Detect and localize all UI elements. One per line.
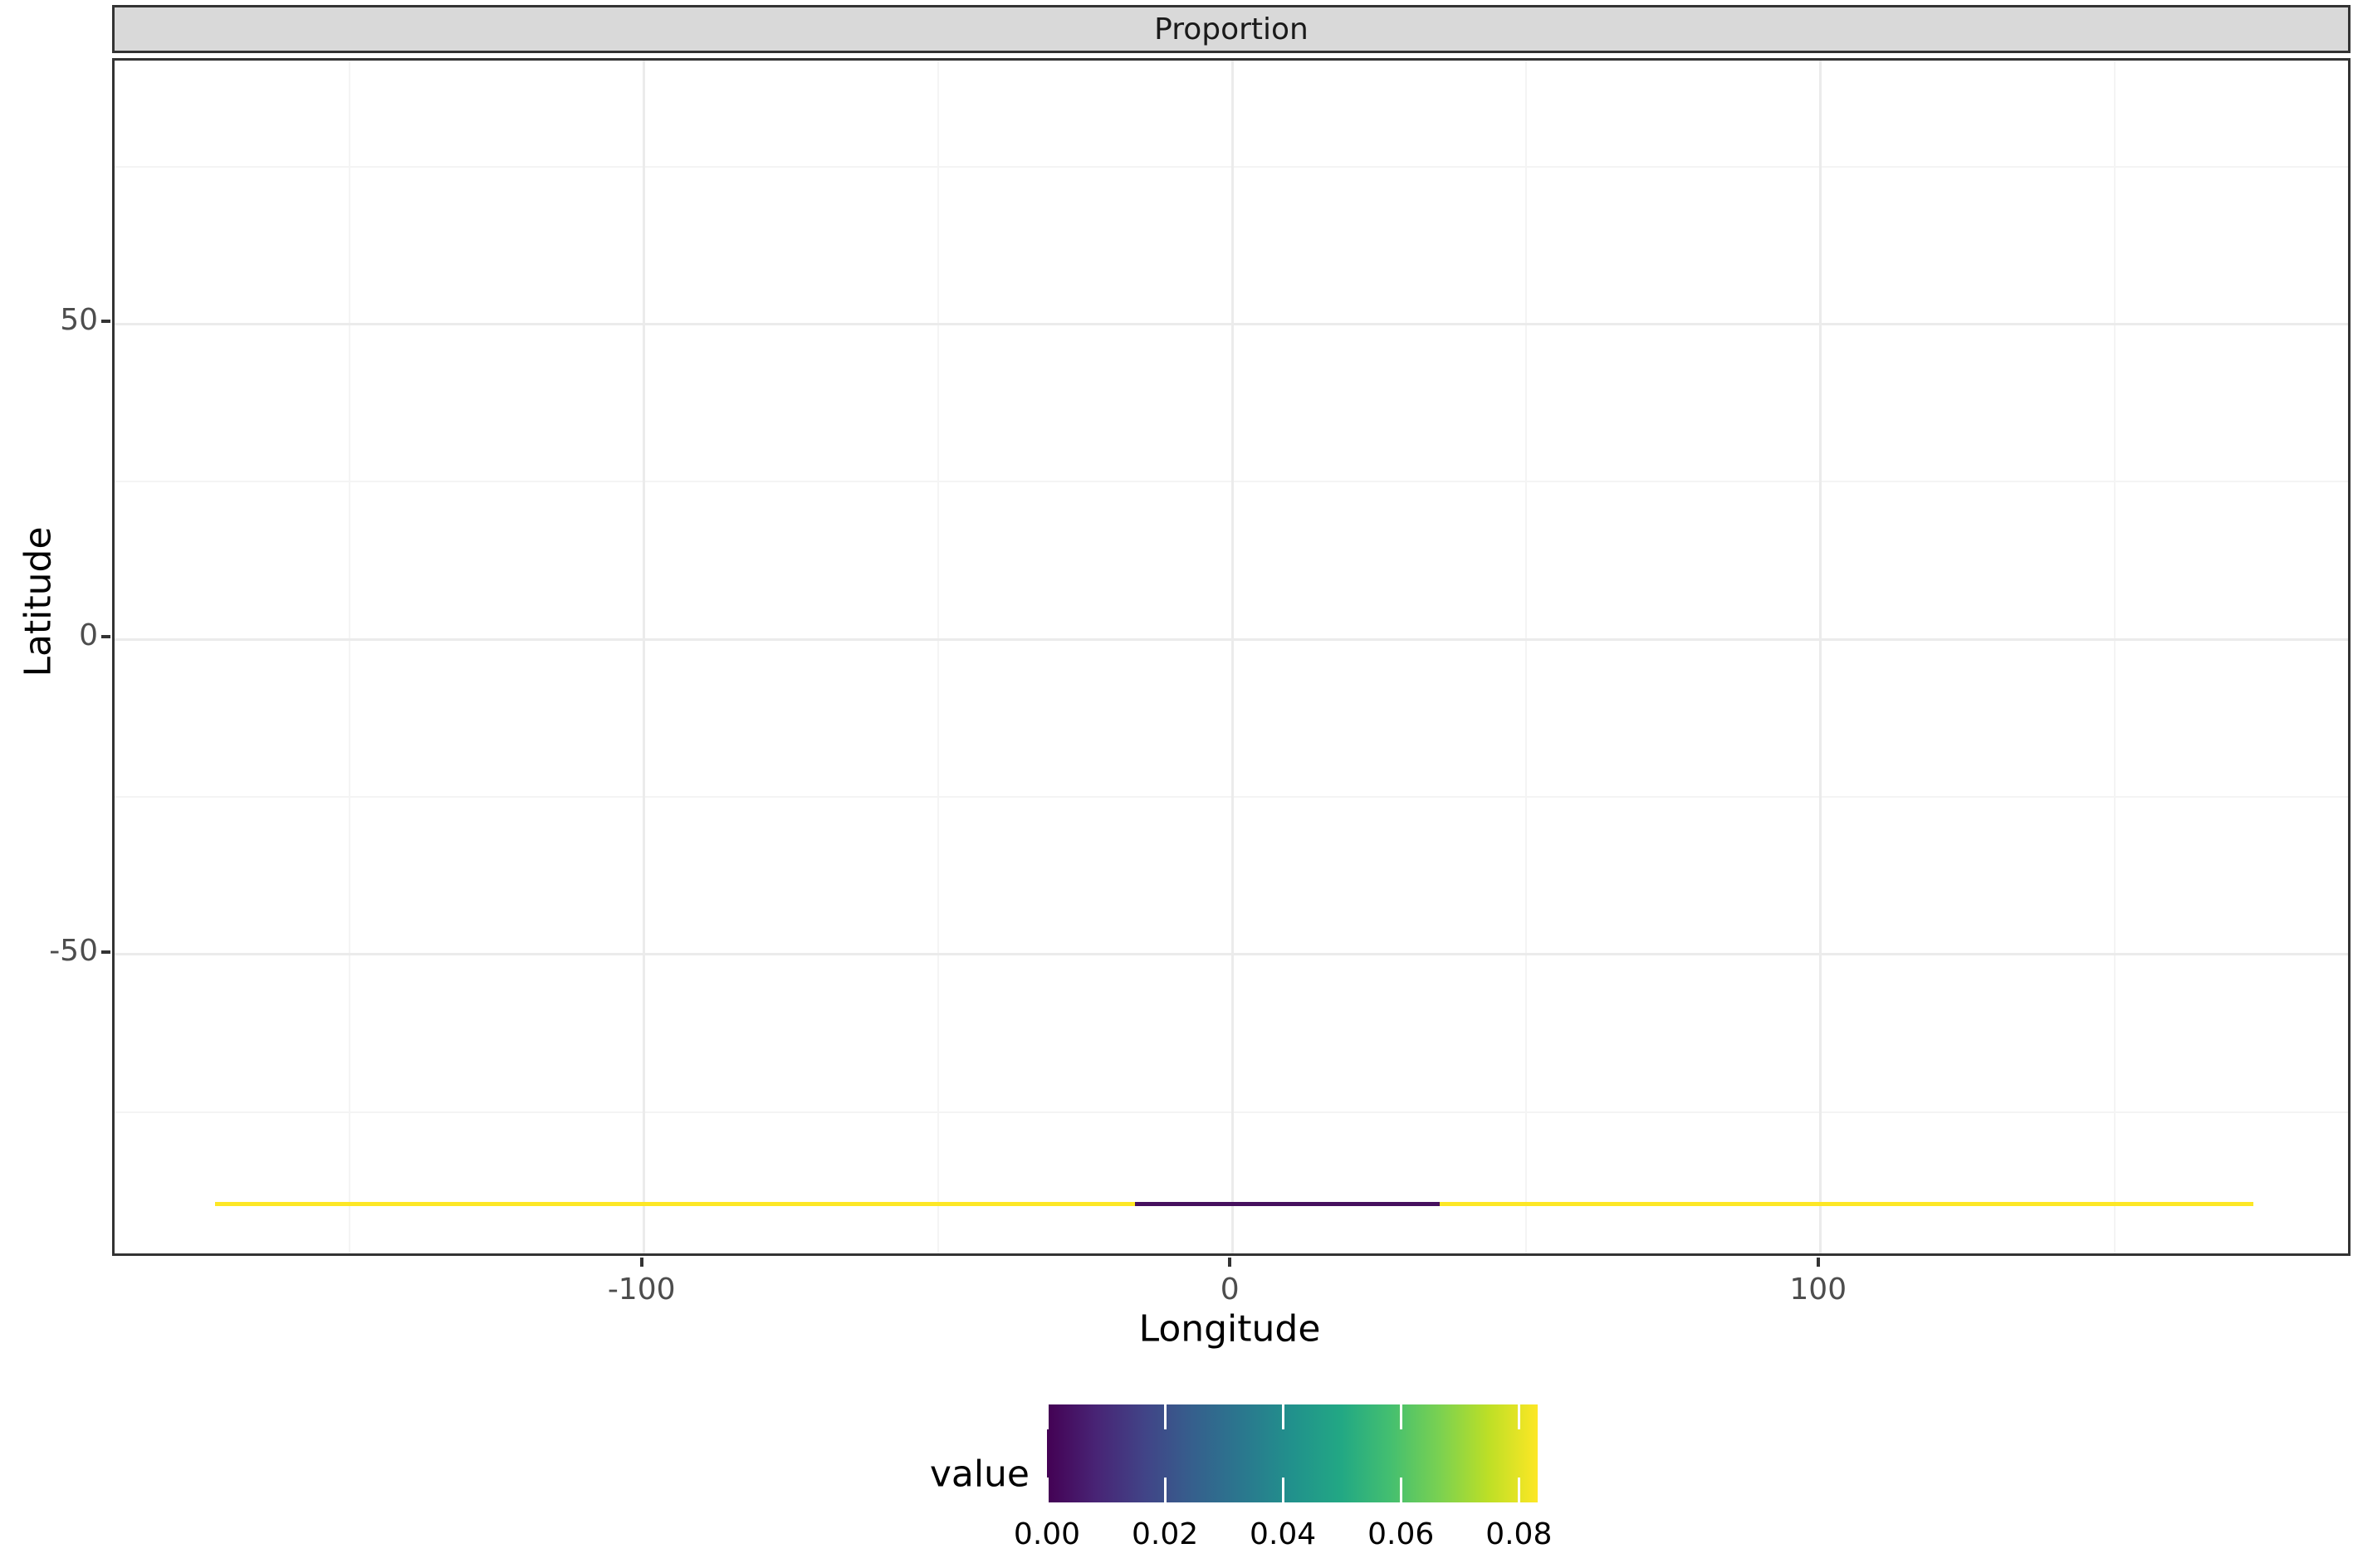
x-tick-label: 100	[1752, 1272, 1885, 1307]
legend-tick	[1518, 1404, 1520, 1429]
legend-tick-label: 0.08	[1460, 1517, 1577, 1551]
x-axis-tick	[640, 1258, 643, 1267]
y-tick-label: 50	[2, 303, 98, 337]
gridline-x-minor	[937, 61, 939, 1256]
x-axis-title: Longitude	[1139, 1308, 1321, 1351]
gridline-x-major	[643, 61, 645, 1256]
x-axis-tick	[1228, 1258, 1231, 1267]
legend-tick	[1046, 1404, 1049, 1429]
legend-tick-label: 0.06	[1343, 1517, 1459, 1551]
plot-panel	[112, 58, 2351, 1256]
gridline-x-minor	[1525, 61, 1527, 1256]
legend-tick-label: 0.00	[989, 1517, 1105, 1551]
x-tick-label: 0	[1163, 1272, 1296, 1307]
gridline-x-major	[1231, 61, 1234, 1256]
figure: Proportion Latitude Longitude value -100…	[0, 0, 2353, 1568]
legend-tick-label: 0.04	[1225, 1517, 1341, 1551]
y-axis-tick	[101, 635, 110, 638]
x-axis-tick	[1817, 1258, 1820, 1267]
gridline-x-minor	[349, 61, 350, 1256]
data-line-segment	[1135, 1202, 1441, 1206]
gridline-x-major	[1819, 61, 1822, 1256]
y-axis-tick	[101, 950, 110, 954]
legend-colorbar	[1047, 1404, 1538, 1502]
y-tick-label: 0	[2, 618, 98, 652]
y-tick-label: -50	[2, 934, 98, 968]
legend-tick	[1518, 1478, 1520, 1502]
data-line-segment	[1440, 1202, 2253, 1206]
y-axis-tick	[101, 320, 110, 323]
x-tick-label: -100	[575, 1272, 708, 1307]
legend-tick	[1046, 1478, 1049, 1502]
y-axis-title: Latitude	[17, 526, 60, 677]
legend-tick	[1400, 1478, 1402, 1502]
gridline-y-major	[115, 638, 2351, 641]
legend-tick	[1164, 1404, 1167, 1429]
data-line-segment	[215, 1202, 1134, 1206]
facet-strip-label: Proportion	[1154, 12, 1309, 46]
legend-tick-label: 0.02	[1107, 1517, 1223, 1551]
gridline-y-major	[115, 953, 2351, 955]
legend-tick	[1282, 1478, 1284, 1502]
legend-tick	[1400, 1404, 1402, 1429]
legend-title: value	[930, 1453, 1030, 1496]
legend-tick	[1282, 1404, 1284, 1429]
gridline-x-minor	[2114, 61, 2116, 1256]
legend-tick	[1164, 1478, 1167, 1502]
gridline-y-major	[115, 323, 2351, 325]
facet-strip: Proportion	[112, 5, 2351, 53]
